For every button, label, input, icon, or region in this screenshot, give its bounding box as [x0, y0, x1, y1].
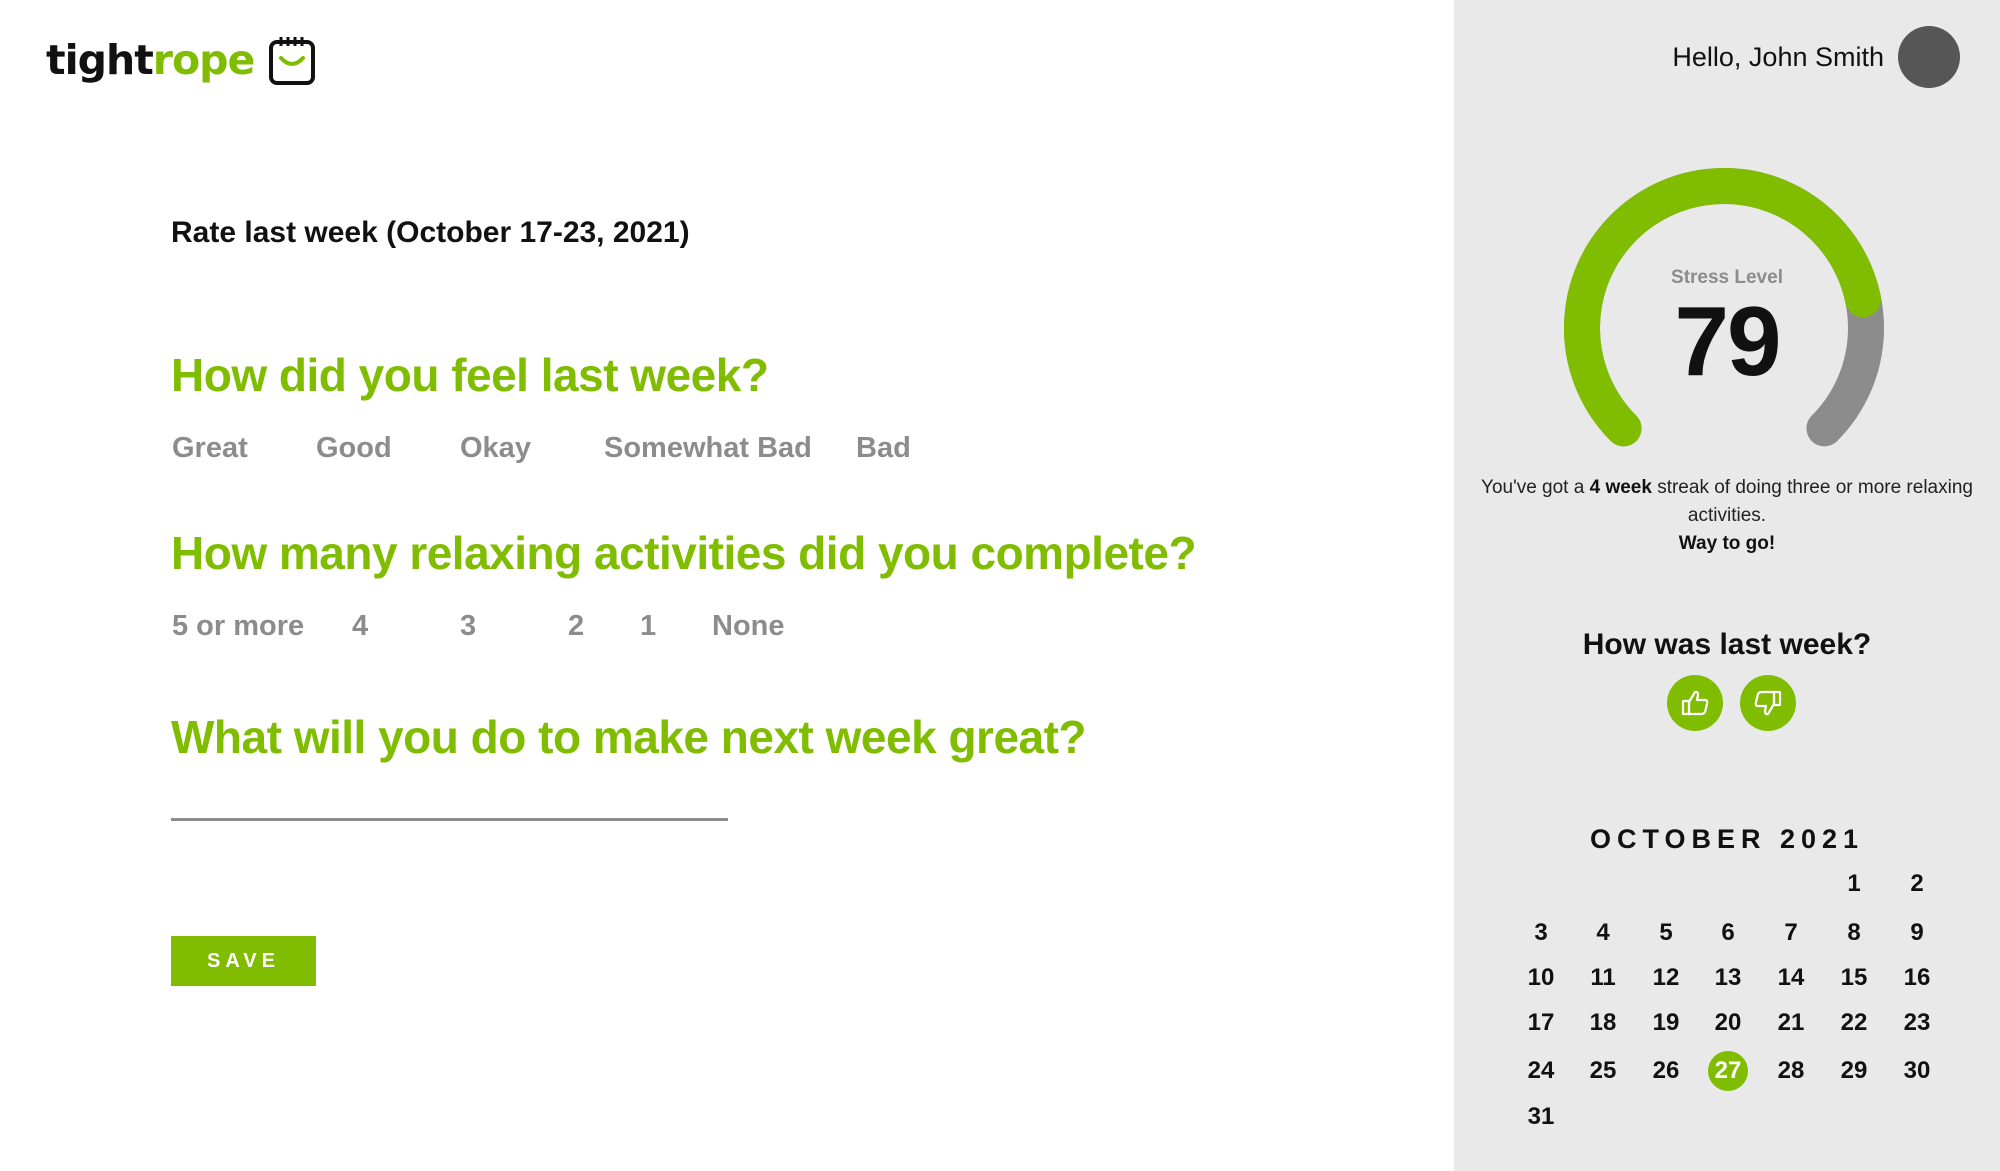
save-button[interactable]: SAVE [171, 936, 316, 986]
activity-option-2[interactable]: 2 [568, 610, 584, 643]
streak-message: You've got a 4 week streak of doing thre… [1454, 474, 2000, 558]
calendar-day[interactable]: 22 [1830, 1003, 1878, 1043]
calendar-day[interactable]: 11 [1579, 958, 1627, 998]
streak-text-post: streak of doing three or more relaxing a… [1651, 477, 1973, 526]
calendar-day-today[interactable]: 27 [1708, 1051, 1748, 1091]
calendar-day[interactable]: 23 [1893, 1003, 1941, 1043]
calendar-day[interactable]: 5 [1642, 913, 1690, 953]
feel-option-bad[interactable]: Bad [856, 432, 911, 465]
calendar-day[interactable]: 20 [1704, 1003, 1752, 1043]
thumbs-down-icon [1754, 690, 1782, 716]
logo-text-rope: rope [152, 35, 256, 84]
thumbs-down-button[interactable] [1740, 675, 1796, 731]
question-activities: How many relaxing activities did you com… [171, 527, 1197, 579]
calendar-day[interactable]: 1 [1830, 864, 1878, 904]
calendar-title: OCTOBER 2021 [1589, 824, 1865, 854]
calendar-day[interactable]: 6 [1704, 913, 1752, 953]
calendar-day[interactable]: 13 [1704, 958, 1752, 998]
stress-value: 79 [1674, 286, 1781, 396]
calendar-day[interactable]: 17 [1517, 1003, 1565, 1043]
calendar-day[interactable]: 10 [1517, 958, 1565, 998]
calendar-day[interactable]: 29 [1830, 1051, 1878, 1091]
activity-option-4[interactable]: 4 [352, 610, 368, 643]
logo-text: tightrope [46, 39, 255, 81]
thumbs-up-button[interactable] [1667, 675, 1723, 731]
sidebar: Hello, John Smith Stress Level 79 You've… [1454, 0, 2000, 1171]
feel-option-good[interactable]: Good [316, 432, 392, 465]
calendar-day[interactable]: 28 [1767, 1051, 1815, 1091]
question-feel: How did you feel last week? [171, 349, 769, 401]
feel-option-okay[interactable]: Okay [460, 432, 531, 465]
calendar-day[interactable]: 7 [1767, 913, 1815, 953]
calendar-day[interactable]: 4 [1579, 913, 1627, 953]
calendar-day[interactable]: 19 [1642, 1003, 1690, 1043]
calendar-day[interactable]: 24 [1517, 1051, 1565, 1091]
calendar-smile-icon [269, 37, 316, 85]
streak-count: 4 week [1589, 477, 1652, 498]
next-week-input[interactable] [171, 818, 728, 821]
calendar-day[interactable]: 12 [1642, 958, 1690, 998]
activity-option-3[interactable]: 3 [460, 610, 476, 643]
activity-option-1[interactable]: 1 [640, 610, 656, 643]
calendar-day[interactable]: 15 [1830, 958, 1878, 998]
streak-cheer: Way to go! [1678, 533, 1776, 554]
calendar-day[interactable]: 16 [1893, 958, 1941, 998]
question-next-week: What will you do to make next week great… [171, 711, 1087, 763]
thumbs-up-icon [1681, 690, 1709, 716]
calendar-day[interactable]: 26 [1642, 1051, 1690, 1091]
calendar-day[interactable]: 14 [1767, 958, 1815, 998]
activity-option-5-or-more[interactable]: 5 or more [172, 610, 304, 643]
calendar-day[interactable]: 18 [1579, 1003, 1627, 1043]
calendar-day[interactable]: 8 [1830, 913, 1878, 953]
calendar-day[interactable]: 2 [1893, 864, 1941, 904]
how-was-week-title: How was last week? [1582, 628, 1872, 661]
avatar[interactable] [1898, 26, 1960, 88]
logo-text-tight: tight [46, 35, 154, 84]
feel-option-great[interactable]: Great [172, 432, 248, 465]
calendar-day[interactable]: 31 [1517, 1097, 1565, 1137]
main-content: tightrope Rate last week (October 17-23,… [0, 0, 1454, 1171]
week-title: Rate last week (October 17-23, 2021) [171, 216, 690, 249]
logo[interactable]: tightrope [46, 34, 316, 86]
calendar-day[interactable]: 9 [1893, 913, 1941, 953]
greeting: Hello, John Smith [1672, 42, 1884, 72]
calendar-day[interactable]: 30 [1893, 1051, 1941, 1091]
calendar-day[interactable]: 21 [1767, 1003, 1815, 1043]
activity-option-none[interactable]: None [712, 610, 785, 643]
calendar-day[interactable]: 25 [1579, 1051, 1627, 1091]
streak-text-pre: You've got a [1481, 477, 1590, 498]
calendar-day[interactable]: 3 [1517, 913, 1565, 953]
feel-option-somewhat-bad[interactable]: Somewhat Bad [604, 432, 812, 465]
